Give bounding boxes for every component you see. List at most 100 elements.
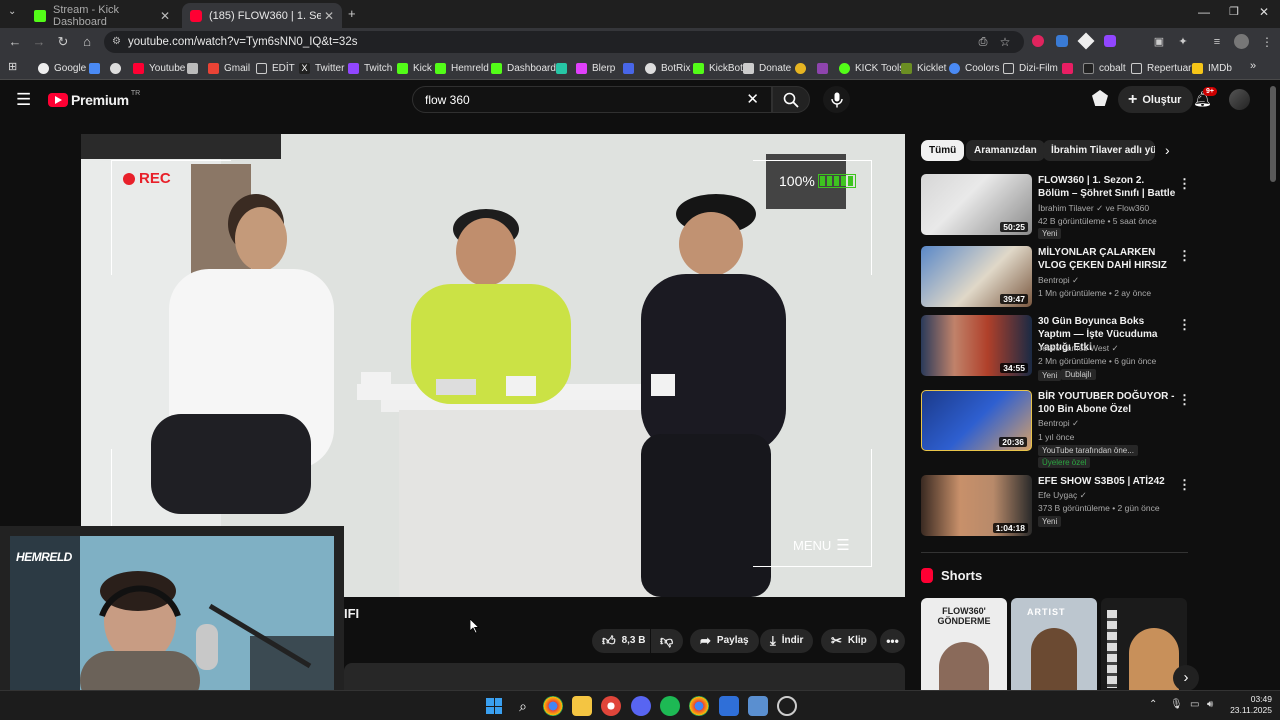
video-title[interactable]: FLOW360 | 1. Sezon 2. Bölüm – Şöhret Sın… <box>1038 174 1178 200</box>
channel-name[interactable]: Jesse James West ✓ <box>1038 343 1119 354</box>
forward-icon[interactable]: → <box>30 33 48 51</box>
bookmark-app[interactable] <box>795 60 811 76</box>
channel-name[interactable]: Bentropi ✓ <box>1038 418 1079 429</box>
new-tab-icon[interactable]: + <box>348 6 356 21</box>
network-icon[interactable]: ▭ <box>1190 699 1199 710</box>
apps-grid-icon[interactable]: ⊞ <box>8 60 17 73</box>
account-avatar[interactable] <box>1229 89 1250 110</box>
bookmark-imdb[interactable]: IMDb <box>1192 60 1232 76</box>
volume-icon[interactable]: 🔊︎ <box>1207 699 1213 710</box>
share-button[interactable]: ➦ Paylaş <box>690 629 759 653</box>
profile-avatar[interactable] <box>1234 34 1249 49</box>
youtube-premium-logo[interactable]: Premium TR <box>48 90 140 108</box>
extension-icon[interactable] <box>1056 35 1068 47</box>
video-thumbnail[interactable]: 39:47 <box>921 246 1032 307</box>
tab-youtube[interactable]: (185) FLOW360 | 1. Sezon 2. ✕ <box>182 3 342 28</box>
shorts-next-button[interactable]: › <box>1173 665 1199 691</box>
description-box[interactable] <box>344 663 905 690</box>
bookmark-blerp[interactable]: Blerp <box>576 60 615 76</box>
more-options-icon[interactable]: ⋮ <box>1178 317 1191 333</box>
chrome-icon[interactable] <box>689 696 709 716</box>
maximize-icon[interactable]: ❐ <box>1229 5 1239 18</box>
back-icon[interactable]: ← <box>6 33 24 51</box>
video-thumbnail[interactable]: 1:04:18 <box>921 475 1032 536</box>
bookmark-twitch[interactable]: Twitch <box>348 60 392 76</box>
media-control-icon[interactable]: ≡ <box>1208 33 1226 51</box>
bookmark-coolors[interactable]: Coolors <box>949 60 999 76</box>
recommendation-item[interactable]: 50:25 FLOW360 | 1. Sezon 2. Bölüm – Şöhr… <box>921 174 1191 239</box>
file-explorer-icon[interactable] <box>572 696 592 716</box>
video-title[interactable]: BİR YOUTUBER DOĞUYOR - 100 Bin Abone Öze… <box>1038 390 1178 416</box>
bookmark-image[interactable] <box>187 60 203 76</box>
more-options-icon[interactable]: ⋮ <box>1178 392 1191 408</box>
obs-icon[interactable] <box>777 696 797 716</box>
create-badge-icon[interactable] <box>1092 90 1108 106</box>
app-icon[interactable] <box>748 696 768 716</box>
browser-app-icon[interactable] <box>601 696 621 716</box>
dislike-button[interactable]: 👎︎ <box>651 629 683 653</box>
tab-list-chevron-icon[interactable]: ⌄ <box>8 6 16 17</box>
tray-mic-icon[interactable]: 🎙︎ <box>1170 699 1183 710</box>
chip-all[interactable]: Tümü <box>921 140 965 161</box>
browser-menu-icon[interactable]: ⋮ <box>1258 33 1276 51</box>
discord-icon[interactable] <box>631 696 651 716</box>
more-options-icon[interactable]: ⋮ <box>1178 248 1191 264</box>
bookmark-dizi-film[interactable]: Dizi-Film <box>1003 60 1058 76</box>
bookmark-kick[interactable]: Kick <box>397 60 432 76</box>
notifications-button[interactable]: 🔔︎ 9+ <box>1193 87 1217 109</box>
chip-from-search[interactable]: Aramanızdan <box>966 140 1045 161</box>
channel-name[interactable]: Bentropi ✓ <box>1038 275 1079 286</box>
bookmark-kicklet[interactable]: Kicklet <box>901 60 946 76</box>
reload-icon[interactable]: ↻ <box>54 33 72 51</box>
search-input[interactable]: flow 360 ✕ <box>412 86 772 113</box>
bookmark-kick-tools[interactable]: KICK Tools <box>839 60 904 76</box>
hamburger-menu-icon[interactable]: ☰ <box>16 90 31 110</box>
bookmark-edit[interactable]: EDİT <box>256 60 295 76</box>
url-field[interactable]: ⚙ youtube.com/watch?v=Tym6sNN0_IQ&t=32s <box>104 31 1024 53</box>
clip-button[interactable]: ✂ Klip <box>821 629 877 653</box>
start-menu-icon[interactable] <box>484 696 504 716</box>
window-close-icon[interactable]: ✕ <box>1259 5 1269 19</box>
home-icon[interactable]: ⌂ <box>78 33 96 51</box>
channel-name[interactable]: İbrahim Tilaver ✓ ve Flow360 <box>1038 203 1149 214</box>
recommendation-item[interactable]: 34:55 30 Gün Boyunca Boks Yaptım — İşte … <box>921 315 1191 385</box>
bookmark-star-icon[interactable]: ☆ <box>996 33 1014 51</box>
bookmark-repertuar[interactable]: Repertuar <box>1131 60 1191 76</box>
download-button[interactable]: ⤓ İndir <box>760 629 814 653</box>
tab-close-icon[interactable]: ✕ <box>324 9 334 23</box>
search-button[interactable] <box>772 86 810 113</box>
video-thumbnail[interactable]: 50:25 <box>921 174 1032 235</box>
minimize-icon[interactable]: — <box>1198 5 1210 19</box>
bookmark-app[interactable] <box>1062 60 1078 76</box>
tray-chevron-icon[interactable]: ⌃ <box>1149 699 1157 710</box>
install-app-icon[interactable]: ⎙ <box>974 33 992 51</box>
chip-scroll-right-icon[interactable]: › <box>1165 142 1170 158</box>
system-clock[interactable]: 03:49 23.11.2025 <box>1222 694 1272 716</box>
extensions-puzzle-icon[interactable]: ✦ <box>1174 33 1192 51</box>
bookmark-hemreld[interactable]: Hemreld <box>435 60 489 76</box>
more-actions-button[interactable]: ••• <box>880 629 905 653</box>
bookmark-dashboard[interactable]: Dashboard <box>491 60 556 76</box>
tab-kick-dashboard[interactable]: Stream - Kick Dashboard ✕ <box>26 3 178 28</box>
video-thumbnail[interactable]: 20:36 <box>921 390 1032 451</box>
bookmark-translate[interactable] <box>89 60 105 76</box>
reading-mode-icon[interactable]: ▣ <box>1150 33 1168 51</box>
extension-icon[interactable] <box>1032 35 1044 47</box>
short-thumbnail[interactable]: FLOW360' GÖNDERME <box>921 598 1007 690</box>
recommendation-item[interactable]: 1:04:18 EFE SHOW S3B05 | ATİ242 Efe Uyga… <box>921 475 1191 539</box>
like-button[interactable]: 👍︎ 8,3 B <box>592 629 650 653</box>
extension-icon[interactable] <box>1104 35 1116 47</box>
bookmark-gmail[interactable]: Gmail <box>208 60 250 76</box>
bookmark-cobalt[interactable]: cobalt <box>1083 60 1126 76</box>
bookmark-app[interactable] <box>556 60 572 76</box>
bookmark-donate[interactable]: Donate <box>743 60 791 76</box>
site-info-icon[interactable]: ⚙ <box>112 31 121 53</box>
bookmark-youtube[interactable]: Youtube <box>133 60 185 76</box>
bookmark-app[interactable] <box>623 60 639 76</box>
bookmark-botrix[interactable]: BotRix <box>645 60 690 76</box>
create-button[interactable]: + Oluştur <box>1118 86 1194 113</box>
video-thumbnail[interactable]: 34:55 <box>921 315 1032 376</box>
bookmark-twitter[interactable]: X Twitter <box>299 60 344 76</box>
more-bookmarks-icon[interactable]: » <box>1250 60 1256 72</box>
extension-icon[interactable] <box>1077 32 1095 50</box>
